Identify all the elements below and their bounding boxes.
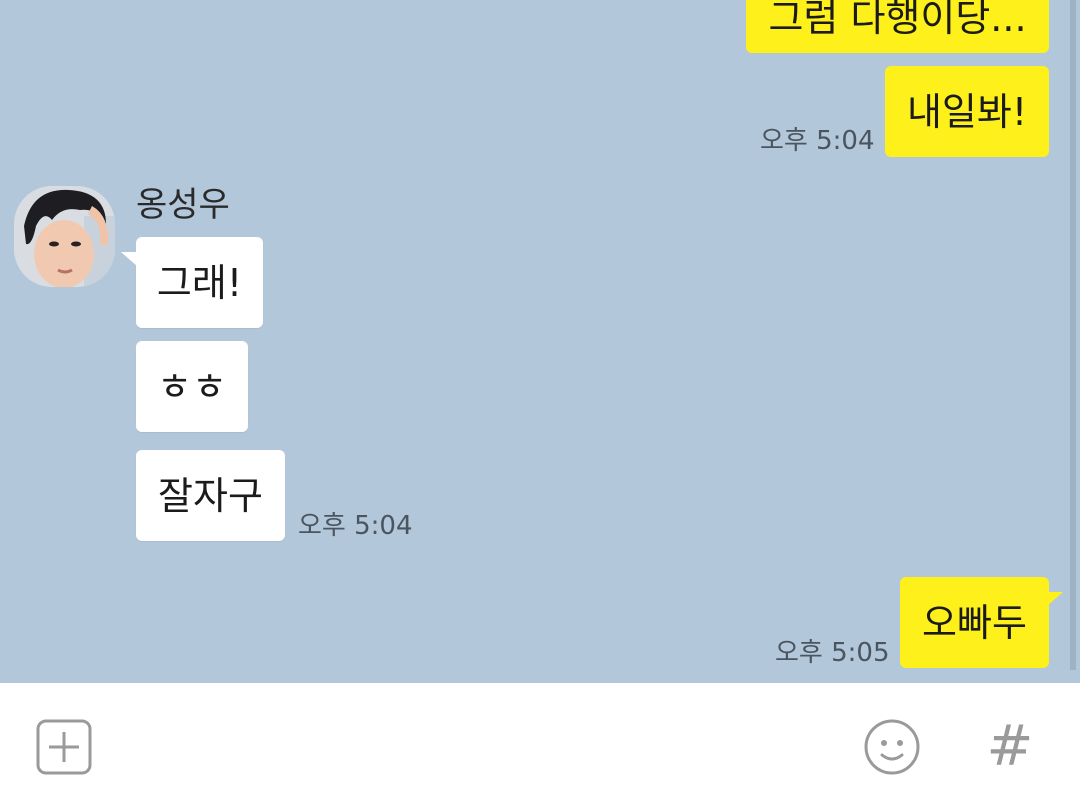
message-timestamp: 오후 5:04: [760, 126, 875, 156]
scroll-thumb[interactable]: [1070, 0, 1076, 670]
add-attachment-button[interactable]: [34, 717, 94, 777]
my-message-bubble[interactable]: 그럼 다행이당...: [746, 0, 1049, 53]
hashtag-search-button[interactable]: #: [980, 715, 1040, 779]
their-message-bubble[interactable]: 그래!: [136, 237, 263, 328]
message-text: ㅎㅎ: [157, 364, 227, 409]
chat-message-list[interactable]: 그럼 다행이당... 내일봐! 오후 5:04 옹성우 그래! ㅎㅎ 잘자구 오…: [0, 0, 1080, 683]
message-text: 그럼 다행이당...: [768, 0, 1027, 40]
contact-avatar[interactable]: [14, 186, 115, 287]
their-message-bubble[interactable]: 잘자구: [136, 450, 285, 541]
bubble-tail: [121, 252, 137, 266]
smiley-icon: [864, 719, 920, 775]
their-message-bubble[interactable]: ㅎㅎ: [136, 341, 248, 432]
message-text: 내일봐!: [906, 89, 1028, 134]
scroll-track[interactable]: [1070, 0, 1080, 683]
bubble-tail: [1047, 592, 1063, 606]
contact-name: 옹성우: [136, 185, 230, 225]
hash-icon: #: [986, 714, 1034, 779]
plus-square-icon: [36, 719, 92, 775]
chat-screen: 그럼 다행이당... 내일봐! 오후 5:04 옹성우 그래! ㅎㅎ 잘자구 오…: [0, 0, 1080, 809]
my-message-bubble[interactable]: 오빠두: [900, 577, 1049, 668]
message-input-bar: #: [0, 683, 1080, 809]
avatar-image: [14, 186, 115, 287]
message-timestamp: 오후 5:05: [775, 638, 890, 668]
message-timestamp: 오후 5:04: [298, 511, 413, 541]
message-text: 오빠두: [922, 600, 1027, 645]
my-message-bubble[interactable]: 내일봐!: [885, 66, 1049, 157]
emoticon-button[interactable]: [860, 715, 924, 779]
message-text: 그래!: [156, 260, 243, 305]
message-text: 잘자구: [158, 473, 263, 518]
